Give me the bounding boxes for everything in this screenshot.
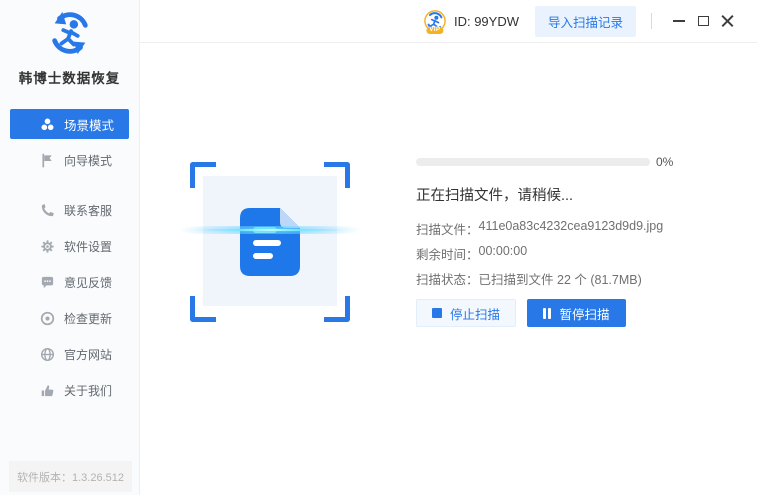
- main-area: VIP ID: 99YDW 导入扫描记录: [140, 0, 757, 495]
- stop-scan-label: 停止扫描: [450, 304, 500, 323]
- window-controls-divider: [651, 13, 652, 29]
- scan-status-title: 正在扫描文件，请稍候...: [416, 184, 736, 205]
- stop-icon: [432, 308, 442, 318]
- sidebar-item-label: 检查更新: [64, 310, 112, 327]
- minimize-button[interactable]: [669, 11, 689, 31]
- scan-buttons-row: 停止扫描 暂停扫描: [416, 299, 736, 327]
- version-label: 软件版本：1.3.26.512: [17, 469, 124, 485]
- sidebar-item-label: 向导模式: [64, 152, 112, 169]
- progress-percent-label: 0%: [656, 155, 673, 169]
- pause-scan-button[interactable]: 暂停扫描: [527, 299, 626, 327]
- scan-content: 0% 正在扫描文件，请稍候... 扫描文件： 411e0a83c4232cea9…: [140, 43, 757, 495]
- vip-account-icon: VIP: [424, 10, 446, 32]
- logo-area: 韩博士数据恢复: [0, 0, 139, 87]
- sidebar-item-label: 关于我们: [64, 382, 112, 399]
- time-remaining-row: 剩余时间： 00:00:00: [416, 244, 736, 261]
- close-button[interactable]: [717, 11, 737, 31]
- sidebar-item-label: 联系客服: [64, 202, 112, 219]
- vip-badge: VIP: [426, 27, 443, 34]
- maximize-button[interactable]: [693, 11, 713, 31]
- scan-animation: [190, 162, 350, 322]
- about-icon: [40, 383, 55, 398]
- progress-row: 0%: [416, 155, 736, 169]
- scan-state-row: 扫描状态： 已扫描到文件 22 个 (81.7MB): [416, 269, 736, 286]
- user-id-label: ID: 99YDW: [454, 14, 519, 29]
- minimize-icon: [673, 20, 685, 22]
- version-bar: 软件版本：1.3.26.512: [9, 461, 132, 492]
- time-remaining-label: 剩余时间：: [416, 244, 479, 261]
- maximize-icon: [698, 16, 709, 26]
- sidebar-item-label: 软件设置: [64, 238, 112, 255]
- pause-icon: [543, 308, 551, 319]
- sidebar-item-software-settings[interactable]: 软件设置: [10, 231, 129, 261]
- scan-info-panel: 0% 正在扫描文件，请稍候... 扫描文件： 411e0a83c4232cea9…: [416, 155, 736, 327]
- flag-icon: [40, 153, 55, 168]
- update-icon: [40, 311, 55, 326]
- scan-state-label: 扫描状态：: [416, 269, 479, 286]
- pause-scan-label: 暂停扫描: [559, 304, 609, 323]
- scan-frame-corner: [190, 162, 216, 188]
- sidebar-item-scene-mode[interactable]: 场景模式: [10, 109, 129, 139]
- app-logo-icon: [47, 10, 93, 56]
- scan-state-value: 已扫描到文件 22 个 (81.7MB): [479, 269, 642, 286]
- scan-file-value: 411e0a83c4232cea9123d9d9.jpg: [479, 219, 664, 236]
- time-remaining-value: 00:00:00: [479, 244, 528, 261]
- sidebar-item-feedback[interactable]: 意见反馈: [10, 267, 129, 297]
- sidebar-item-contact-support[interactable]: 联系客服: [10, 195, 129, 225]
- scan-file-row: 扫描文件： 411e0a83c4232cea9123d9d9.jpg: [416, 219, 736, 236]
- sidebar-item-official-website[interactable]: 官方网站: [10, 339, 129, 369]
- menu-section-gap: [0, 175, 139, 189]
- sidebar-menu: 场景模式 向导模式 联系客服: [0, 109, 139, 405]
- scan-file-label: 扫描文件：: [416, 219, 479, 236]
- app-window: 韩博士数据恢复 场景模式 向导模式 联系客服: [0, 0, 757, 495]
- phone-icon: [40, 203, 55, 218]
- document-icon: [240, 208, 300, 276]
- scan-detail-rows: 扫描文件： 411e0a83c4232cea9123d9d9.jpg 剩余时间：…: [416, 219, 736, 286]
- import-scan-records-button[interactable]: 导入扫描记录: [535, 6, 636, 37]
- app-title: 韩博士数据恢复: [0, 67, 139, 87]
- sidebar-item-check-update[interactable]: 检查更新: [10, 303, 129, 333]
- sidebar: 韩博士数据恢复 场景模式 向导模式 联系客服: [0, 0, 140, 495]
- sidebar-item-label: 意见反馈: [64, 274, 112, 291]
- stop-scan-button[interactable]: 停止扫描: [416, 299, 516, 327]
- globe-icon: [40, 347, 55, 362]
- title-bar: VIP ID: 99YDW 导入扫描记录: [140, 0, 757, 43]
- gear-icon: [40, 239, 55, 254]
- sidebar-item-wizard-mode[interactable]: 向导模式: [10, 145, 129, 175]
- scan-frame-corner: [324, 296, 350, 322]
- scan-frame-corner: [324, 162, 350, 188]
- scene-mode-icon: [40, 117, 55, 132]
- close-icon: [721, 15, 734, 28]
- sidebar-item-label: 官方网站: [64, 346, 112, 363]
- scan-frame-corner: [190, 296, 216, 322]
- feedback-icon: [40, 275, 55, 290]
- sidebar-item-label: 场景模式: [64, 115, 114, 134]
- progress-bar: [416, 158, 650, 166]
- sidebar-item-about-us[interactable]: 关于我们: [10, 375, 129, 405]
